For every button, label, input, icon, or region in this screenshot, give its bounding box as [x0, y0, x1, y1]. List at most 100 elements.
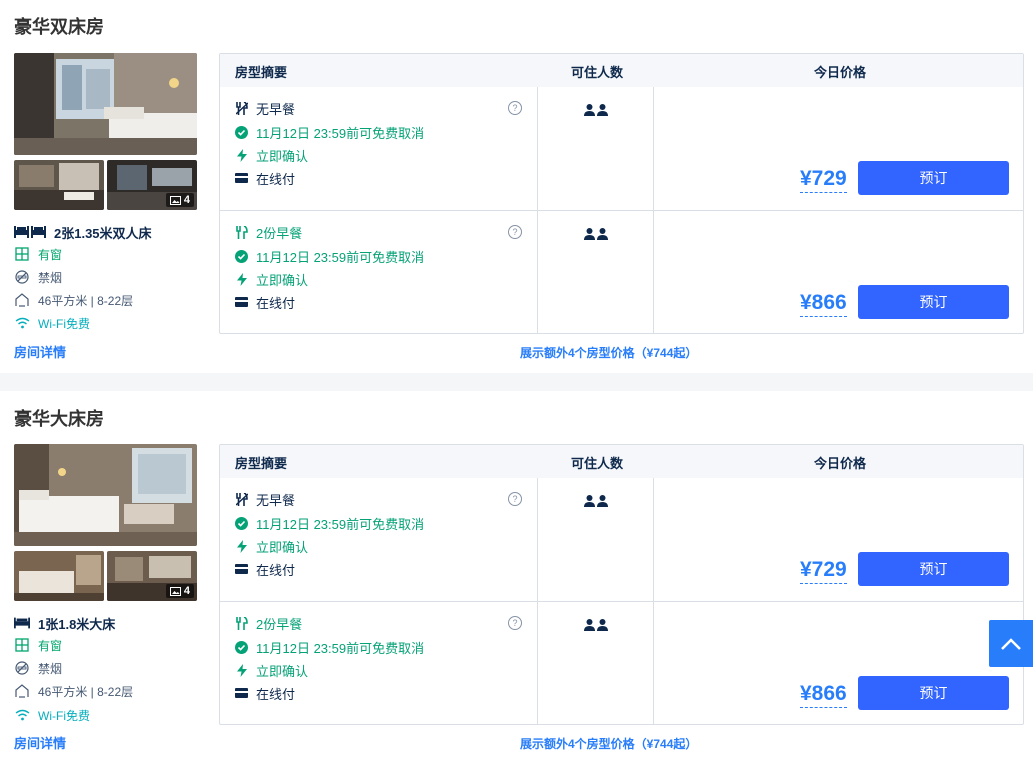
question-icon[interactable]: ? — [508, 101, 522, 115]
window-info: 有窗 — [14, 636, 62, 654]
photo-count: 4 — [183, 194, 190, 206]
header-guests: 可住人数 — [571, 456, 624, 471]
payment-info: 在线付 — [235, 684, 295, 702]
header-price: 今日价格 — [814, 456, 867, 471]
card-icon — [235, 687, 248, 700]
area-info: 46平方米 | 8-22层 — [14, 682, 133, 700]
image-icon — [169, 195, 181, 205]
room-card: 豪华大床房 4 1张1.8米大床 有窗 禁烟 46平方米 | 8-22层 Wi-… — [0, 391, 1033, 757]
room-card: 豪华双床房 4 2张1.35米双人床 有窗 禁烟 46平方米 | 8-22层 W… — [0, 0, 1033, 373]
confirm-info: 立即确认 — [235, 146, 308, 164]
room-photo-main[interactable] — [14, 444, 197, 546]
rate-row: 无早餐 ? 11月12日 23:59前可免费取消 立即确认 在线付 ¥729 预… — [220, 87, 1023, 211]
lightning-icon — [235, 148, 248, 162]
confirm-text: 立即确认 — [256, 148, 309, 164]
guest-capacity — [584, 104, 608, 116]
lightning-icon — [235, 272, 248, 286]
meal-info: 无早餐 — [235, 490, 295, 508]
room-details-link[interactable]: 房间详情 — [14, 342, 66, 361]
wifi-icon — [14, 315, 30, 331]
room-photo-thumb[interactable]: 4 — [107, 551, 197, 601]
person-icon — [584, 104, 595, 116]
wifi-info: Wi-Fi免费 — [14, 706, 90, 724]
meal-text: 2份早餐 — [256, 616, 303, 632]
cancel-policy: 11月12日 23:59前可免费取消 — [235, 514, 424, 532]
confirm-info: 立即确认 — [235, 661, 308, 679]
room-price[interactable]: ¥729 — [800, 167, 847, 193]
window-text: 有窗 — [38, 247, 63, 262]
room-photo-main[interactable] — [14, 53, 197, 155]
check-circle-icon — [235, 640, 248, 654]
meal-info: 2份早餐 — [235, 614, 302, 632]
guest-capacity — [584, 228, 608, 240]
payment-text: 在线付 — [256, 171, 296, 187]
room-photo-thumb[interactable] — [14, 160, 104, 210]
meal-info: 2份早餐 — [235, 223, 302, 241]
no-smoking-icon — [14, 660, 30, 676]
guest-capacity — [584, 619, 608, 631]
cancel-text: 11月12日 23:59前可免费取消 — [256, 249, 425, 265]
area-info: 46平方米 | 8-22层 — [14, 291, 133, 309]
check-circle-icon — [235, 125, 248, 139]
room-photo-thumb[interactable] — [14, 551, 104, 601]
payment-info: 在线付 — [235, 560, 295, 578]
person-icon — [597, 104, 608, 116]
book-button[interactable]: 预订 — [858, 676, 1009, 710]
photo-count-badge[interactable]: 4 — [165, 193, 194, 207]
lightning-icon — [235, 539, 248, 553]
bed-icon — [14, 615, 30, 631]
lightning-icon — [235, 663, 248, 677]
photo-count-badge[interactable]: 4 — [165, 584, 194, 598]
photo-count: 4 — [183, 585, 190, 597]
rate-row: 无早餐 ? 11月12日 23:59前可免费取消 立即确认 在线付 ¥729 预… — [220, 478, 1023, 602]
wifi-icon — [14, 707, 30, 723]
header-summary: 房型摘要 — [235, 456, 288, 471]
person-icon — [584, 228, 595, 240]
confirm-text: 立即确认 — [256, 539, 309, 555]
book-button[interactable]: 预订 — [858, 161, 1009, 195]
question-icon[interactable]: ? — [508, 616, 522, 630]
cancel-text: 11月12日 23:59前可免费取消 — [256, 640, 425, 656]
back-to-top-button[interactable] — [989, 620, 1033, 667]
table-header: 房型摘要 可住人数 今日价格 — [220, 445, 1023, 478]
rate-table: 房型摘要 可住人数 今日价格 无早餐 ? 11月12日 23:59前可免费取消 … — [219, 53, 1024, 334]
meal-text: 2份早餐 — [256, 225, 303, 241]
rate-row: 2份早餐 ? 11月12日 23:59前可免费取消 立即确认 在线付 ¥866 … — [220, 602, 1023, 725]
question-icon[interactable]: ? — [508, 492, 522, 506]
meal-info: 无早餐 — [235, 99, 295, 117]
confirm-info: 立即确认 — [235, 537, 308, 555]
rate-table: 房型摘要 可住人数 今日价格 无早餐 ? 11月12日 23:59前可免费取消 … — [219, 444, 1024, 725]
meal-text: 无早餐 — [256, 101, 296, 117]
room-price[interactable]: ¥866 — [800, 682, 847, 708]
header-price: 今日价格 — [814, 65, 867, 80]
payment-info: 在线付 — [235, 293, 295, 311]
bed-icon — [14, 224, 46, 240]
confirm-info: 立即确认 — [235, 270, 308, 288]
more-prices-link[interactable]: 展示额外4个房型价格（¥744起） — [520, 344, 697, 361]
breakfast-icon — [235, 616, 248, 630]
person-icon — [597, 619, 608, 631]
room-title: 豪华大床房 — [14, 409, 104, 429]
confirm-text: 立即确认 — [256, 272, 309, 288]
header-guests: 可住人数 — [571, 65, 624, 80]
room-details-link[interactable]: 房间详情 — [14, 733, 66, 752]
wifi-text: Wi-Fi免费 — [38, 316, 90, 331]
bed-text: 1张1.8米大床 — [38, 616, 116, 632]
check-circle-icon — [235, 249, 248, 263]
room-price[interactable]: ¥866 — [800, 291, 847, 317]
book-button[interactable]: 预订 — [858, 285, 1009, 319]
person-icon — [597, 495, 608, 507]
question-icon[interactable]: ? — [508, 225, 522, 239]
room-photo-thumb[interactable]: 4 — [107, 160, 197, 210]
bed-info: 1张1.8米大床 — [14, 614, 115, 632]
more-prices-link[interactable]: 展示额外4个房型价格（¥744起） — [520, 735, 697, 752]
window-text: 有窗 — [38, 638, 63, 653]
cancel-policy: 11月12日 23:59前可免费取消 — [235, 638, 424, 656]
wifi-text: Wi-Fi免费 — [38, 708, 90, 723]
cancel-policy: 11月12日 23:59前可免费取消 — [235, 123, 424, 141]
room-price[interactable]: ¥729 — [800, 558, 847, 584]
book-button[interactable]: 预订 — [858, 552, 1009, 586]
image-icon — [169, 586, 181, 596]
card-icon — [235, 172, 248, 185]
card-icon — [235, 296, 248, 309]
